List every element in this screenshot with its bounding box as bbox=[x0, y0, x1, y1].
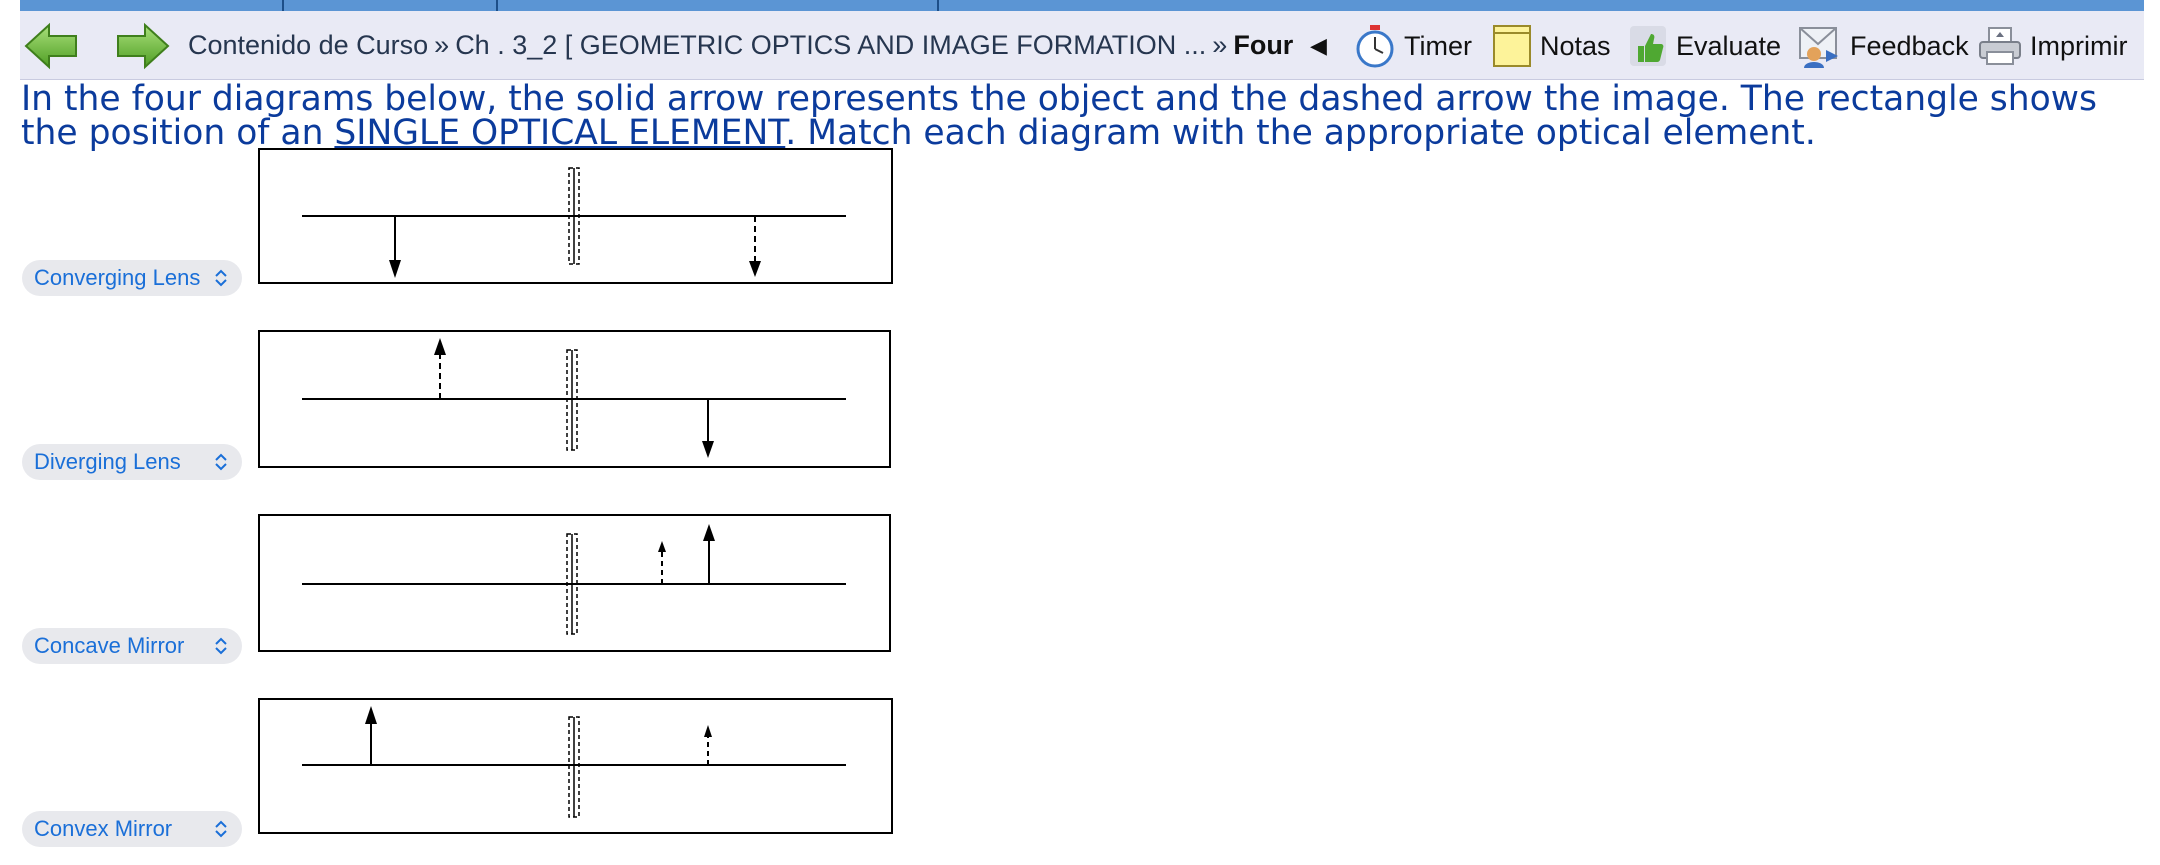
print-button[interactable]: Imprimir bbox=[1978, 21, 2127, 71]
breadcrumb: Contenido de Curso» Ch . 3_2 [ GEOMETRIC … bbox=[188, 11, 1293, 79]
answer-select-diagram-3[interactable]: Concave Mirror bbox=[22, 628, 242, 664]
printer-icon bbox=[1979, 27, 2021, 65]
updown-chevron-icon bbox=[215, 453, 227, 471]
breadcrumb-separator: » bbox=[434, 30, 450, 60]
breadcrumb-root-link[interactable]: Contenido de Curso bbox=[188, 30, 428, 60]
updown-chevron-icon bbox=[215, 637, 227, 655]
evaluate-button[interactable]: Evaluate bbox=[1628, 21, 1781, 71]
answer-select-value: Convex Mirror bbox=[34, 816, 173, 841]
top-tab-strip bbox=[20, 0, 2144, 11]
question-text-part: . Match each diagram with the appropriat… bbox=[785, 113, 1816, 153]
answer-select-diagram-1[interactable]: Converging Lens bbox=[22, 260, 242, 296]
notes-label: Notas bbox=[1540, 30, 1611, 61]
optics-diagram-4 bbox=[258, 698, 893, 834]
previous-triangle-button[interactable]: ◀ bbox=[1310, 21, 1327, 71]
print-label: Imprimir bbox=[2030, 30, 2128, 61]
answer-select-diagram-2[interactable]: Diverging Lens bbox=[22, 444, 242, 480]
tab-divider bbox=[937, 0, 939, 11]
optics-diagram-1 bbox=[258, 148, 893, 284]
thumbs-up-icon bbox=[1630, 26, 1666, 66]
updown-chevron-icon bbox=[215, 820, 227, 838]
stopwatch-icon bbox=[1356, 25, 1394, 68]
timer-button[interactable]: Timer bbox=[1354, 21, 1472, 71]
feedback-label: Feedback bbox=[1850, 30, 1969, 61]
breadcrumb-current: Four bbox=[1233, 30, 1294, 60]
answer-select-diagram-4[interactable]: Convex Mirror bbox=[22, 811, 242, 847]
back-arrow-icon[interactable] bbox=[22, 21, 80, 71]
tab-divider bbox=[282, 0, 284, 11]
notepad-icon bbox=[1493, 25, 1531, 67]
optics-diagram-2 bbox=[258, 330, 891, 468]
question-emphasis: SINGLE OPTICAL ELEMENT bbox=[334, 113, 786, 153]
evaluate-label: Evaluate bbox=[1676, 30, 1782, 61]
tab-divider bbox=[496, 0, 498, 11]
breadcrumb-chapter-link[interactable]: Ch . 3_2 [ GEOMETRIC OPTICS AND IMAGE FO… bbox=[455, 30, 1206, 60]
timer-label: Timer bbox=[1404, 30, 1472, 61]
answer-select-value: Concave Mirror bbox=[34, 633, 185, 658]
notes-button[interactable]: Notas bbox=[1492, 21, 1611, 71]
answer-select-value: Diverging Lens bbox=[34, 449, 181, 474]
updown-chevron-icon bbox=[215, 269, 227, 287]
question-text: In the four diagrams below, the solid ar… bbox=[21, 82, 2131, 153]
answer-select-value: Converging Lens bbox=[34, 265, 201, 290]
feedback-icon bbox=[1799, 27, 1838, 68]
forward-arrow-icon[interactable] bbox=[114, 21, 172, 71]
optics-diagram-3 bbox=[258, 514, 891, 652]
feedback-button[interactable]: Feedback bbox=[1798, 21, 1969, 71]
course-toolbar: Contenido de Curso» Ch . 3_2 [ GEOMETRIC … bbox=[20, 11, 2144, 80]
breadcrumb-separator: » bbox=[1212, 30, 1228, 60]
